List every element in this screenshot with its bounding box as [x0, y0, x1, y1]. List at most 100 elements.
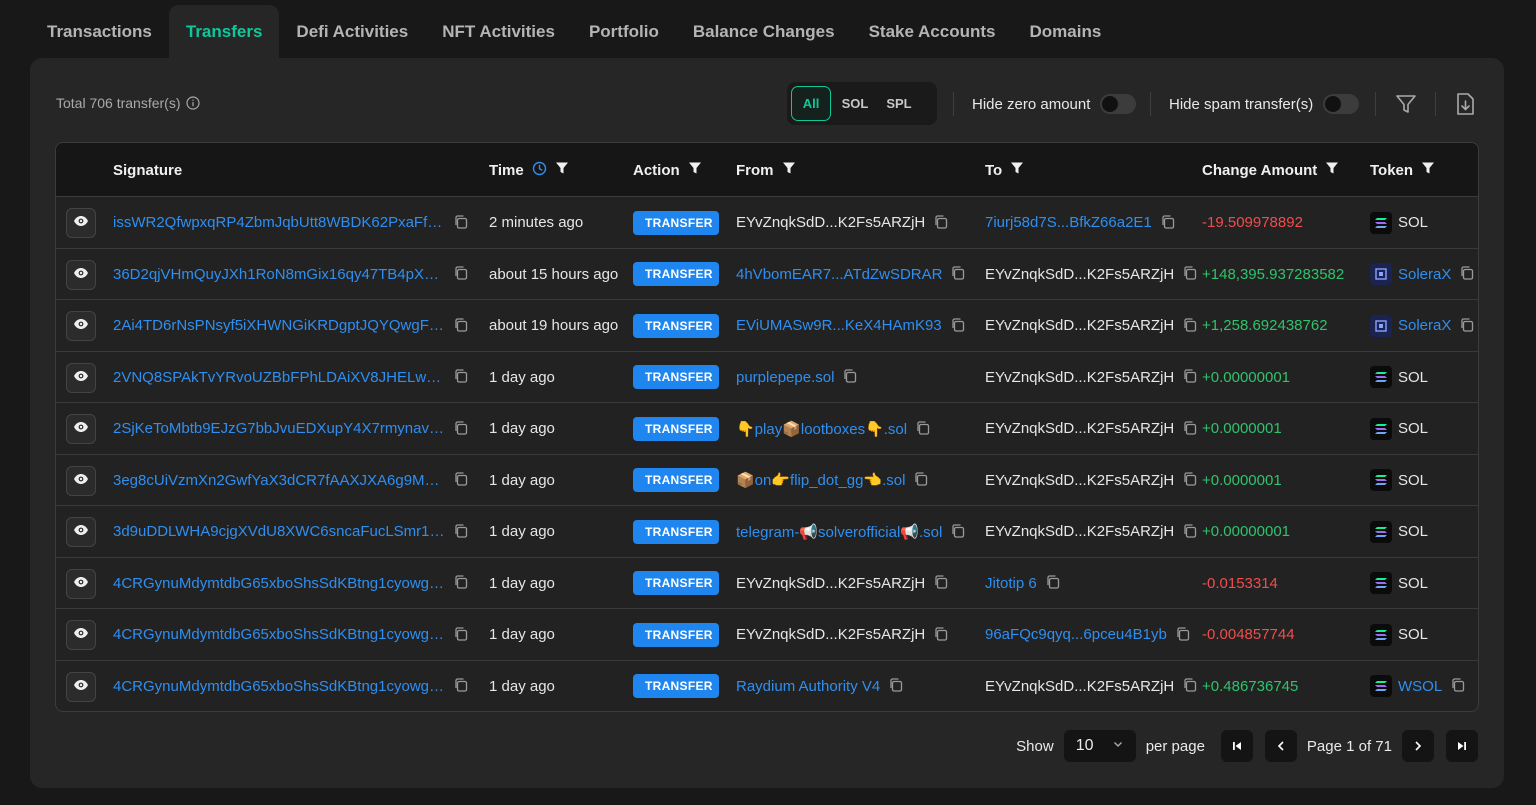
- hide-spam-toggle[interactable]: [1323, 94, 1360, 114]
- to-address[interactable]: Jitotip 6: [985, 575, 1037, 592]
- signature-link[interactable]: issWR2QfwpxqRP4ZbmJqbUtt8WBDK62PxaFfSU..…: [113, 214, 445, 231]
- copy-icon[interactable]: [1182, 471, 1200, 489]
- copy-icon[interactable]: [453, 214, 471, 232]
- copy-icon[interactable]: [453, 368, 471, 386]
- copy-icon[interactable]: [950, 317, 968, 335]
- copy-icon[interactable]: [1182, 317, 1200, 335]
- token-filter-icon[interactable]: [1421, 161, 1435, 179]
- view-details-button[interactable]: [66, 671, 96, 702]
- copy-icon[interactable]: [453, 626, 471, 644]
- action-filter-icon[interactable]: [688, 161, 702, 179]
- view-details-button[interactable]: [66, 362, 96, 393]
- view-details-button[interactable]: [66, 465, 96, 496]
- copy-icon[interactable]: [1182, 677, 1200, 695]
- signature-link[interactable]: 3eg8cUiVzmXn2GwfYaX3dCR7fAAXJXA6g9MZF...: [113, 472, 445, 489]
- copy-icon[interactable]: [950, 523, 968, 541]
- signature-link[interactable]: 4CRGynuMdymtdbG65xboShsSdKBtng1cyowgcx..…: [113, 678, 445, 695]
- copy-icon[interactable]: [933, 626, 951, 644]
- copy-icon[interactable]: [453, 523, 471, 541]
- signature-cell: 4CRGynuMdymtdbG65xboShsSdKBtng1cyowgcx..…: [113, 609, 471, 660]
- from-address: EYvZnqkSdD...K2Fs5ARZjH: [736, 626, 926, 643]
- copy-icon[interactable]: [913, 471, 931, 489]
- copy-icon[interactable]: [1450, 677, 1468, 695]
- hide-zero-amount-toggle[interactable]: [1100, 94, 1137, 114]
- from-address[interactable]: EViUMASw9R...KeX4HAmK93: [736, 317, 942, 334]
- prev-page-button[interactable]: [1264, 730, 1297, 762]
- view-details-button[interactable]: [66, 620, 96, 650]
- copy-icon[interactable]: [950, 265, 968, 283]
- copy-icon[interactable]: [842, 368, 860, 386]
- from-address[interactable]: 👇play📦lootboxes👇.sol: [736, 420, 907, 438]
- signature-link[interactable]: 2Ai4TD6rNsPNsyf5iXHWNGiKRDgptJQYQwgFzvs.…: [113, 317, 445, 334]
- copy-icon[interactable]: [1182, 523, 1200, 541]
- time-filter-icon[interactable]: [555, 161, 569, 179]
- copy-icon[interactable]: [453, 265, 471, 283]
- copy-icon[interactable]: [888, 677, 906, 695]
- tab-defi-activities[interactable]: Defi Activities: [279, 5, 425, 58]
- copy-icon[interactable]: [1459, 265, 1477, 283]
- filter-all-button[interactable]: All: [791, 86, 831, 121]
- copy-icon[interactable]: [453, 420, 471, 438]
- copy-icon[interactable]: [1160, 214, 1178, 232]
- info-icon[interactable]: [185, 96, 200, 110]
- token-name[interactable]: SoleraX: [1398, 317, 1451, 334]
- from-address[interactable]: purplepepe.sol: [736, 369, 834, 386]
- signature-link[interactable]: 4CRGynuMdymtdbG65xboShsSdKBtng1cyowgcx..…: [113, 626, 445, 643]
- copy-icon[interactable]: [1182, 368, 1200, 386]
- tab-stake-accounts[interactable]: Stake Accounts: [852, 5, 1013, 58]
- amount-filter-icon[interactable]: [1325, 161, 1339, 179]
- copy-icon[interactable]: [933, 214, 951, 232]
- copy-icon[interactable]: [1045, 574, 1063, 592]
- copy-icon[interactable]: [1182, 420, 1200, 438]
- filter-sol-button[interactable]: SOL: [835, 86, 875, 121]
- signature-link[interactable]: 36D2qjVHmQuyJXh1RoN8mGix16qy47TB4pXPA...: [113, 266, 445, 283]
- per-page-select[interactable]: 10: [1063, 730, 1136, 762]
- signature-link[interactable]: 2VNQ8SPAkTvYRvoUZBbFPhLDAiXV8JHELwuXA...: [113, 369, 445, 386]
- copy-icon[interactable]: [453, 677, 471, 695]
- tab-nft-activities[interactable]: NFT Activities: [425, 5, 572, 58]
- to-address[interactable]: 96aFQc9qyq...6pceu4B1yb: [985, 626, 1167, 643]
- tab-portfolio[interactable]: Portfolio: [572, 5, 676, 58]
- to-address[interactable]: 7iurj58d7S...BfkZ66a2E1: [985, 214, 1152, 231]
- signature-link[interactable]: 3d9uDDLWHA9cjgXVdU8XWC6sncaFucLSmr1Ze...: [113, 523, 445, 540]
- from-address[interactable]: Raydium Authority V4: [736, 678, 880, 695]
- copy-icon[interactable]: [933, 574, 951, 592]
- filter-spl-button[interactable]: SPL: [879, 86, 919, 121]
- col-time-label: Time: [489, 161, 524, 179]
- copy-icon[interactable]: [1459, 317, 1477, 335]
- action-badge: TRANSFER: [633, 571, 719, 595]
- next-page-button[interactable]: [1402, 730, 1434, 762]
- view-details-button[interactable]: [66, 414, 96, 444]
- first-page-button[interactable]: [1220, 730, 1253, 762]
- last-page-button[interactable]: [1446, 730, 1478, 762]
- to-address: EYvZnqkSdD...K2Fs5ARZjH: [985, 420, 1175, 437]
- signature-link[interactable]: 2SjKeToMbtb9EJzG7bbJvuEDXupY4X7rmynavKD.…: [113, 420, 445, 437]
- from-address[interactable]: 📦on👉flip_dot_gg👈.sol: [736, 471, 905, 489]
- copy-icon[interactable]: [1175, 626, 1193, 644]
- token-name[interactable]: SoleraX: [1398, 266, 1451, 283]
- signature-link[interactable]: 4CRGynuMdymtdbG65xboShsSdKBtng1cyowgcx..…: [113, 575, 445, 592]
- clock-icon[interactable]: [532, 161, 547, 180]
- copy-icon[interactable]: [453, 574, 471, 592]
- view-details-button[interactable]: [66, 568, 96, 599]
- view-details-button[interactable]: [66, 259, 96, 290]
- from-address[interactable]: telegram-📢solverofficial📢.sol: [736, 523, 942, 541]
- copy-icon[interactable]: [453, 317, 471, 335]
- to-filter-icon[interactable]: [1010, 161, 1024, 179]
- tab-domains[interactable]: Domains: [1013, 5, 1119, 58]
- change-amount: +0.00000001: [1202, 368, 1291, 386]
- token-name[interactable]: WSOL: [1398, 678, 1442, 695]
- tab-transfers[interactable]: Transfers: [168, 5, 280, 58]
- view-details-button[interactable]: [66, 517, 96, 547]
- copy-icon[interactable]: [915, 420, 933, 438]
- tab-balance-changes[interactable]: Balance Changes: [676, 5, 852, 58]
- filter-icon[interactable]: [1392, 90, 1420, 118]
- copy-icon[interactable]: [1182, 265, 1200, 283]
- download-icon[interactable]: [1451, 90, 1479, 118]
- tab-transactions[interactable]: Transactions: [30, 5, 169, 58]
- view-details-button[interactable]: [66, 208, 96, 238]
- from-filter-icon[interactable]: [782, 161, 796, 179]
- view-details-button[interactable]: [66, 311, 96, 341]
- copy-icon[interactable]: [453, 471, 471, 489]
- from-address[interactable]: 4hVbomEAR7...ATdZwSDRAR: [736, 266, 942, 283]
